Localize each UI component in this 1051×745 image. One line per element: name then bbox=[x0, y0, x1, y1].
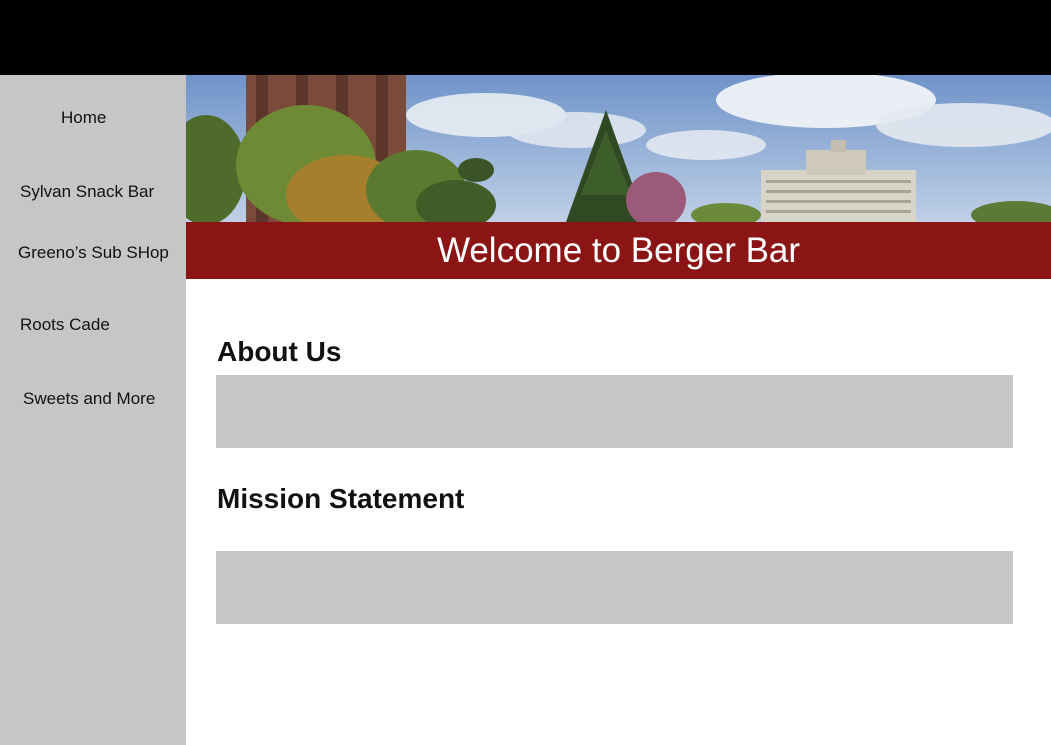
campus-photo bbox=[186, 75, 1051, 222]
sidebar-item-home[interactable]: Home bbox=[61, 108, 106, 128]
mission-statement-content-placeholder bbox=[216, 551, 1013, 624]
about-us-content-placeholder bbox=[216, 375, 1013, 448]
sidebar-item-sylvan-snack-bar[interactable]: Sylvan Snack Bar bbox=[20, 182, 154, 202]
page-title: Welcome to Berger Bar bbox=[436, 231, 801, 270]
mission-statement-heading: Mission Statement bbox=[217, 483, 465, 514]
top-header-bar bbox=[0, 0, 1051, 75]
hero-banner-image bbox=[186, 75, 1051, 222]
sidebar-item-roots-cade[interactable]: Roots Cade bbox=[20, 315, 110, 335]
sidebar-item-greenos-sub-shop[interactable]: Greeno’s Sub SHop bbox=[18, 243, 169, 263]
welcome-banner: Welcome to Berger Bar bbox=[186, 222, 1051, 279]
sidebar-nav: Home Sylvan Snack Bar Greeno’s Sub SHop … bbox=[0, 75, 186, 745]
sidebar-item-sweets-and-more[interactable]: Sweets and More bbox=[23, 389, 155, 409]
about-us-heading: About Us bbox=[217, 336, 342, 367]
